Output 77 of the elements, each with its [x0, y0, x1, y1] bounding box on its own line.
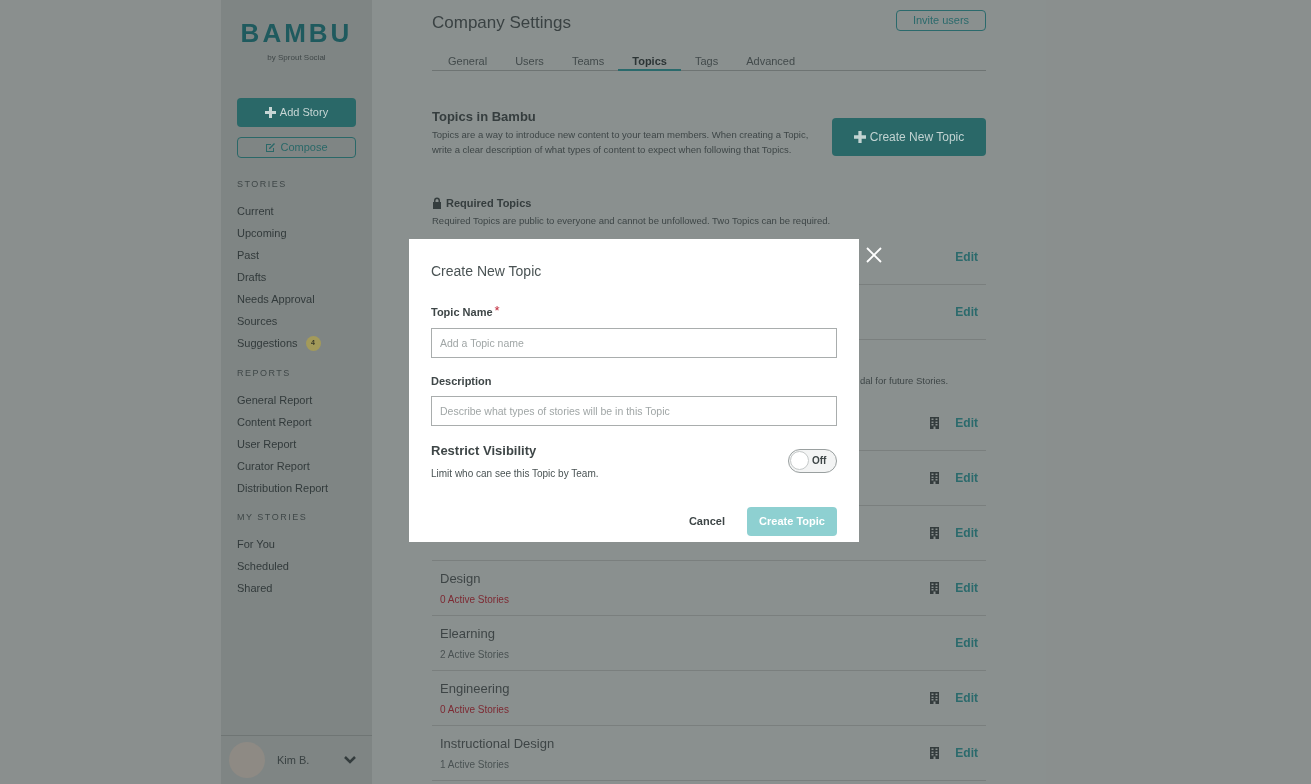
edit-link[interactable]: Edit: [955, 578, 978, 597]
field-label: Description: [431, 373, 493, 389]
topic-name: Elearning: [440, 624, 496, 643]
nav-link[interactable]: Distribution Report: [237, 479, 329, 497]
restrict-visibility-title: Restrict Visibility: [431, 442, 538, 460]
nav-link[interactable]: Content Report: [237, 413, 312, 431]
nav-link[interactable]: Current: [237, 203, 274, 220]
nav-link[interactable]: Drafts: [237, 269, 267, 286]
building-icon: [930, 746, 940, 759]
section-heading: MY STORIES: [237, 511, 309, 524]
add-story-button[interactable]: Add Story: [237, 98, 356, 127]
nav-link[interactable]: Curator Report: [237, 457, 310, 475]
visibility-toggle[interactable]: Off: [788, 448, 837, 473]
topic-name: Instructional Design: [440, 734, 556, 753]
section-description: dal for future Stories.: [860, 373, 949, 388]
create-topic-button[interactable]: Create Topic: [747, 506, 837, 536]
edit-link[interactable]: Edit: [955, 302, 978, 321]
plus-icon: [264, 107, 276, 118]
nav-link[interactable]: Past: [237, 247, 259, 264]
edit-link[interactable]: Edit: [955, 413, 978, 432]
nav-link[interactable]: User Report: [237, 435, 297, 453]
topic-name: Engineering: [440, 679, 511, 698]
edit-icon: [265, 142, 277, 153]
settings-tab[interactable]: Tags: [680, 52, 733, 71]
topic-name-input[interactable]: Add a Topic name: [431, 327, 837, 358]
active-stories-count: 0 Active Stories: [440, 593, 510, 607]
toggle-knob: [790, 451, 809, 471]
settings-tab[interactable]: Users: [501, 52, 558, 71]
nav-link[interactable]: Needs Approval: [237, 291, 315, 308]
page-title: Company Settings: [432, 12, 571, 34]
section-description: Topics are a way to introduce new content to your team members. When creating a Topic, write a clear description of what types of content to expect when following that Topics.: [432, 128, 810, 157]
restrict-visibility-description: Limit who can see this Topic by Team.: [431, 466, 599, 481]
create-new-topic-button[interactable]: Create New Topic: [832, 117, 986, 156]
section-heading: STORIES: [237, 178, 288, 191]
invite-users-button[interactable]: Invite users: [896, 10, 986, 31]
nav-link[interactable]: Suggestions: [237, 335, 298, 352]
building-icon: [930, 581, 940, 594]
nav-link[interactable]: Scheduled: [237, 558, 289, 575]
nav-link[interactable]: Sources: [237, 313, 278, 330]
subsection-description: Required Topics are public to everyone and cannot be unfollowed. Two Topics can be required.: [432, 213, 832, 228]
edit-link[interactable]: Edit: [955, 688, 978, 707]
building-icon: [930, 691, 940, 704]
topic-name: Design: [440, 569, 482, 588]
field-label: Topic Name: [431, 305, 493, 320]
building-icon: [930, 471, 940, 484]
lock-icon: [432, 197, 442, 210]
compose-button[interactable]: Compose: [237, 137, 356, 158]
active-stories-count: 0 Active Stories: [440, 703, 510, 717]
close-icon[interactable]: [866, 247, 882, 263]
edit-link[interactable]: Edit: [955, 247, 978, 266]
nav-link[interactable]: For You: [237, 536, 275, 553]
settings-tab[interactable]: General: [434, 52, 502, 71]
chevron-down-icon[interactable]: [344, 756, 356, 764]
active-stories-count: 2 Active Stories: [440, 648, 510, 662]
edit-link[interactable]: Edit: [955, 743, 978, 762]
edit-link[interactable]: Edit: [955, 633, 978, 652]
building-icon: [930, 526, 940, 539]
dialog-title: Create New Topic: [431, 262, 543, 281]
active-stories-count: 1 Active Stories: [440, 758, 510, 772]
description-input[interactable]: Describe what types of stories will be in this Topic: [431, 396, 837, 426]
settings-tab[interactable]: Advanced: [732, 52, 810, 71]
required-asterisk: *: [494, 304, 500, 317]
user-name: Kim B.: [277, 752, 311, 768]
nav-link[interactable]: Shared: [237, 580, 273, 597]
nav-link[interactable]: Upcoming: [237, 225, 287, 242]
nav-link[interactable]: General Report: [237, 391, 313, 409]
settings-tab[interactable]: Topics: [618, 52, 681, 71]
edit-link[interactable]: Edit: [955, 523, 978, 542]
edit-link[interactable]: Edit: [955, 468, 978, 487]
building-icon: [930, 416, 940, 429]
subsection-title: Required Topics: [446, 196, 532, 211]
logo: BAMBU: [240, 20, 353, 46]
settings-tab[interactable]: Teams: [557, 52, 619, 71]
plus-icon: [853, 130, 866, 143]
section-title: Topics in Bambu: [432, 107, 537, 126]
section-heading: REPORTS: [237, 366, 292, 380]
cancel-button[interactable]: Cancel: [688, 512, 725, 530]
